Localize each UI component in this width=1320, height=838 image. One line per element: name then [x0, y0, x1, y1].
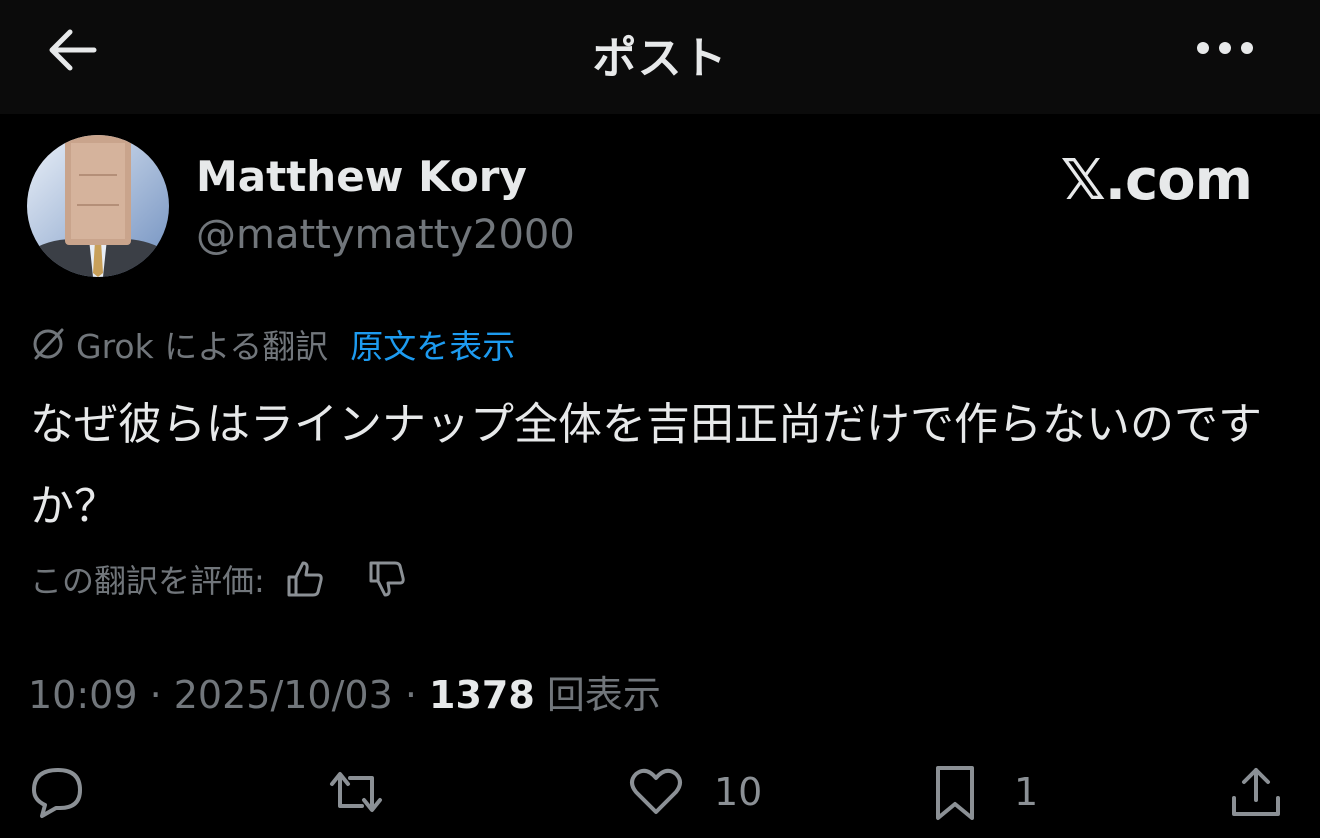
views-count[interactable]: 1378: [429, 673, 535, 717]
top-navigation-bar: ポスト: [0, 0, 1320, 114]
author-handle[interactable]: @mattymatty2000: [196, 212, 575, 258]
like-count: 10: [714, 770, 763, 814]
heart-icon: [630, 768, 682, 814]
reply-icon: [32, 768, 82, 818]
share-icon: [1232, 768, 1280, 816]
more-horizontal-icon: [1197, 42, 1253, 54]
bookmark-count: 1: [1014, 770, 1039, 814]
post-timestamp: 10:09 · 2025/10/03 ·: [28, 673, 430, 717]
share-button[interactable]: [1226, 762, 1286, 822]
bookmark-button[interactable]: 1: [926, 762, 1038, 822]
x-com-watermark: 𝕏.com: [1060, 148, 1253, 213]
avatar[interactable]: [27, 135, 169, 277]
author-display-name[interactable]: Matthew Kory: [196, 152, 527, 201]
avatar-image: [27, 135, 169, 277]
post-text: なぜ彼らはラインナップ全体を吉田正尚だけで作らないのですか？: [30, 399, 1262, 532]
show-original-link[interactable]: 原文を表示: [350, 320, 515, 368]
page-title: ポスト: [592, 33, 728, 84]
views-label: 回表示: [534, 673, 661, 717]
grok-icon: [33, 328, 64, 360]
rate-translation-row: この翻訳を評価:: [30, 554, 409, 604]
thumbs-down-icon[interactable]: [365, 557, 409, 601]
thumbs-up-icon[interactable]: [283, 557, 327, 601]
like-button[interactable]: 10: [626, 762, 762, 822]
more-options-button[interactable]: [1190, 28, 1260, 68]
reply-button[interactable]: [28, 762, 112, 822]
bookmark-icon: [936, 766, 974, 820]
repost-button[interactable]: [326, 762, 410, 822]
translation-label: Grok による翻訳: [76, 327, 329, 366]
post-meta: 10:09 · 2025/10/03 · 1378 回表示: [28, 664, 661, 719]
rate-translation-label: この翻訳を評価:: [30, 562, 265, 600]
translation-row: Grok による翻訳 原文を表示: [28, 322, 515, 366]
repost-icon: [330, 772, 382, 812]
